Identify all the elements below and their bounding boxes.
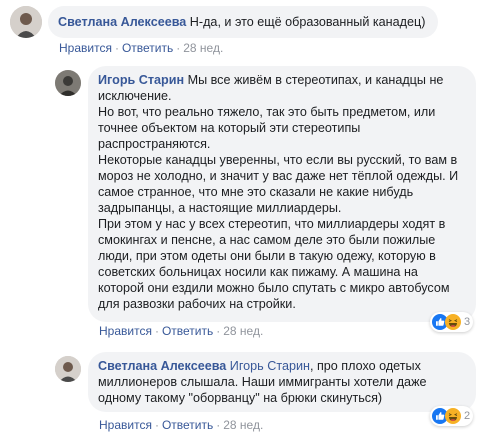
comment-text-line: распространяются.	[98, 137, 211, 151]
separator: ·	[216, 324, 221, 338]
comment-text: , про плохо одетых	[309, 359, 421, 373]
comment-text-line: самое странное, что мне это сказали не к…	[98, 185, 414, 199]
reply-link[interactable]: Ответить	[162, 324, 213, 338]
reply-link[interactable]: Ответить	[122, 41, 173, 55]
separator: ·	[176, 41, 181, 55]
timestamp[interactable]: 28 нед.	[223, 418, 263, 432]
comment-text-line: для развозки рабочих на стройки.	[98, 297, 296, 311]
comment-text-line: Но вот, что реально тяжело, так это быть…	[98, 105, 436, 119]
like-link[interactable]: Нравится	[99, 418, 152, 432]
comment-text-line: которой они ездили можно было спутать с …	[98, 281, 450, 295]
comment-text-line: смокингах и пенсне, а нас самом деле это…	[98, 233, 436, 247]
comment-text: Мы все живём в стереотипах, и канадцы не	[187, 73, 444, 87]
reaction-count: 2	[464, 410, 471, 422]
comment-text-line: Некоторые канадцы уверенны, что если вы …	[98, 153, 458, 167]
comment-actions: Нравится · Ответить · 28 нед.	[99, 418, 263, 432]
comment-bubble: Светлана Алексеева Игорь Старин, про пло…	[88, 352, 476, 412]
reaction-count: 3	[464, 316, 471, 328]
haha-icon	[445, 314, 461, 330]
separator: ·	[154, 418, 159, 432]
comment-3: Светлана Алексеева Игорь Старин, про пло…	[0, 346, 494, 444]
haha-icon	[445, 408, 461, 424]
comment-text-line: При этом у нас у всех стереотип, что мил…	[98, 217, 446, 231]
comment-actions: Нравится · Ответить · 28 нед.	[59, 41, 223, 55]
comment-text-line: мороз не холодно, и значит у вас даже не…	[98, 169, 459, 183]
like-link[interactable]: Нравится	[99, 324, 152, 338]
avatar[interactable]	[10, 6, 42, 38]
comment-bubble: Светлана Алексеева Н-да, и это ещё образ…	[48, 6, 438, 38]
profile-photo-icon	[10, 6, 42, 38]
comment-first-line: Светлана Алексеева Игорь Старин, про пло…	[98, 358, 466, 374]
comment-text-line: миллионеров слышала. Наши иммигранты хот…	[98, 375, 427, 389]
comment-bubble: Игорь Старин Мы все живём в стереотипах,…	[88, 66, 476, 322]
author-name[interactable]: Светлана Алексеева	[58, 15, 186, 29]
comment-text-line: задрыпанцы, а настоящие миллиардеры.	[98, 201, 342, 215]
comment-1: Светлана Алексеева Н-да, и это ещё образ…	[0, 0, 494, 60]
comment-actions: Нравится · Ответить · 28 нед.	[99, 324, 263, 338]
profile-photo-icon	[55, 70, 81, 96]
mention-link[interactable]: Игорь Старин	[230, 359, 310, 373]
reactions-summary[interactable]: 3	[430, 312, 474, 332]
reactions-summary[interactable]: 2	[430, 406, 474, 426]
avatar[interactable]	[55, 356, 81, 382]
comment-text-line: одному такому "оборванцу" на брюки скину…	[98, 391, 383, 405]
author-name[interactable]: Светлана Алексеева	[98, 359, 226, 373]
separator: ·	[114, 41, 119, 55]
comment-first-line: Игорь Старин Мы все живём в стереотипах,…	[98, 72, 466, 88]
timestamp[interactable]: 28 нед.	[183, 41, 223, 55]
profile-photo-icon	[55, 356, 81, 382]
comment-text: Н-да, и это ещё образованный канадец)	[189, 15, 426, 29]
comment-2: Игорь Старин Мы все живём в стереотипах,…	[0, 60, 494, 350]
comment-text-line: точнее объектом на который эти стереотип…	[98, 121, 361, 135]
comment-text-line: люди, при этом одеты они были в такую од…	[98, 249, 436, 263]
author-name[interactable]: Игорь Старин	[98, 73, 184, 87]
avatar[interactable]	[55, 70, 81, 96]
reply-link[interactable]: Ответить	[162, 418, 213, 432]
timestamp[interactable]: 28 нед.	[223, 324, 263, 338]
like-link[interactable]: Нравится	[59, 41, 112, 55]
comment-text-line: советских больницах носили как пижаму. А…	[98, 265, 418, 279]
comment-text-line: исключение.	[98, 89, 172, 103]
separator: ·	[216, 418, 221, 432]
separator: ·	[154, 324, 159, 338]
